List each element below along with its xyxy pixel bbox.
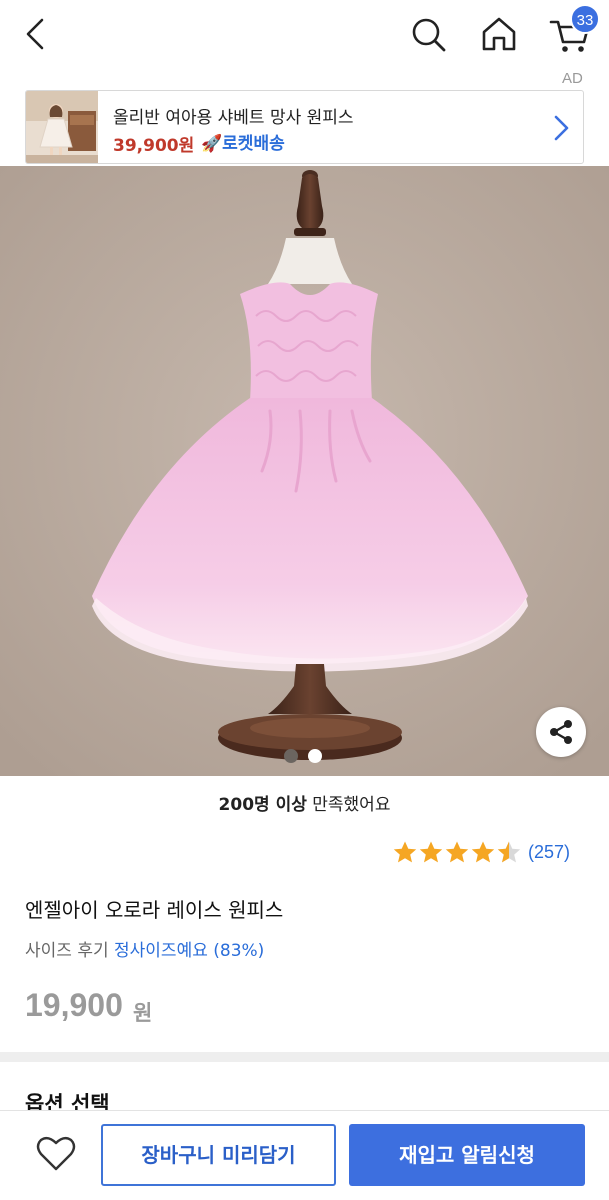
chevron-right-icon[interactable] xyxy=(550,113,572,143)
rocket-delivery-badge: 🚀로켓배송 xyxy=(201,129,285,154)
ad-product-title: 올리반 여아용 샤베트 망사 원피스 xyxy=(113,108,354,128)
add-to-cart-button[interactable]: 장바구니 미리담기 xyxy=(101,1124,336,1186)
restock-notify-button[interactable]: 재입고 알림신청 xyxy=(349,1124,585,1186)
size-review: 사이즈 후기 정사이즈예요 (83%) xyxy=(25,936,264,961)
section-divider xyxy=(0,1052,609,1062)
back-arrow-icon[interactable] xyxy=(18,14,54,54)
share-button[interactable] xyxy=(536,707,586,757)
price-currency: 원 xyxy=(133,1001,153,1025)
share-icon xyxy=(550,720,572,744)
ad-label: AD xyxy=(562,70,583,87)
rocket-icon: 🚀 xyxy=(201,134,223,154)
gallery-dot-1[interactable] xyxy=(284,749,298,763)
gallery-page-indicator xyxy=(284,749,326,763)
top-navigation-bar: 33 xyxy=(0,0,609,70)
ad-product-price: 39,900원 xyxy=(113,136,195,156)
satisfaction-text: 만족했어요 xyxy=(306,795,391,815)
product-image xyxy=(0,166,609,776)
satisfaction-summary: 200명 이상 만족했어요 xyxy=(0,790,609,815)
ad-banner[interactable]: 올리반 여아용 샤베트 망사 원피스 39,900원 🚀로켓배송 xyxy=(25,90,584,164)
satisfaction-count: 200명 이상 xyxy=(218,795,307,815)
product-price: 19,900 xyxy=(25,987,123,1023)
search-icon[interactable] xyxy=(408,14,448,54)
heart-icon[interactable] xyxy=(36,1136,76,1172)
product-image-gallery[interactable] xyxy=(0,166,609,776)
ad-product-thumbnail xyxy=(26,91,98,163)
size-review-value[interactable]: 정사이즈예요 (83%) xyxy=(114,941,264,961)
home-icon[interactable] xyxy=(478,14,520,54)
gallery-dot-2[interactable] xyxy=(308,749,322,763)
review-count-link[interactable]: (257) xyxy=(528,842,570,863)
size-review-label: 사이즈 후기 xyxy=(25,941,115,961)
rocket-delivery-label: 로켓배송 xyxy=(222,134,285,154)
product-rating[interactable]: (257) xyxy=(392,840,592,866)
cart-count-badge: 33 xyxy=(570,4,600,34)
star-rating-icons xyxy=(393,841,521,863)
product-title: 엔젤아이 오로라 레이스 원피스 xyxy=(25,898,284,922)
